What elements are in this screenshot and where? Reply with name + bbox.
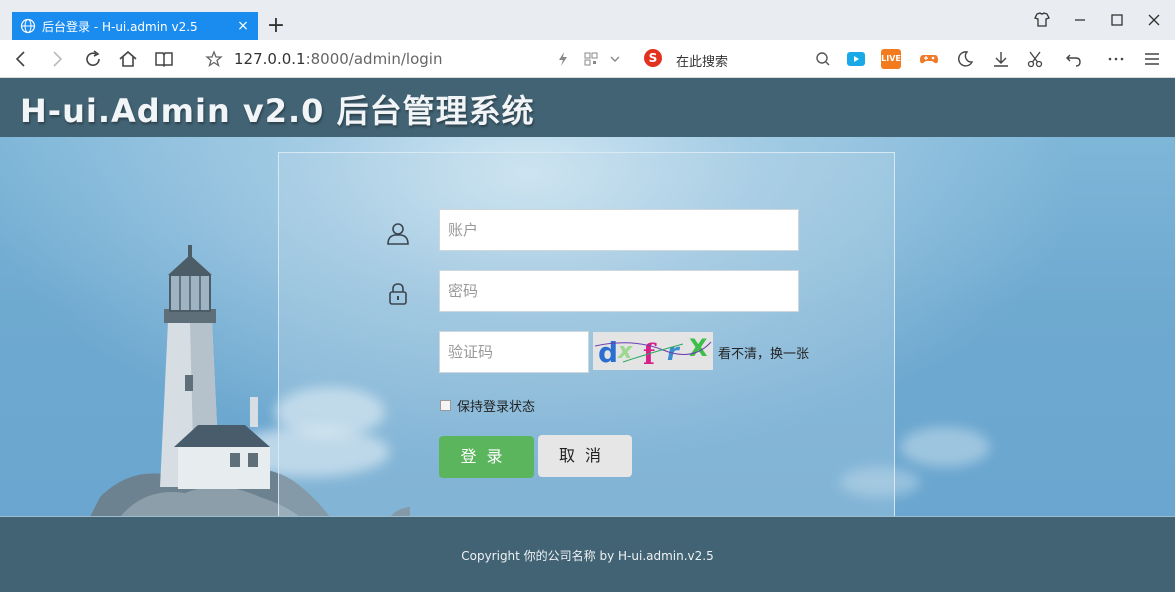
new-tab-button[interactable]: + <box>264 12 288 40</box>
search-icon[interactable] <box>812 48 834 70</box>
download-icon[interactable] <box>991 49 1011 69</box>
captcha-input[interactable]: 验证码 <box>439 331 589 373</box>
forward-icon[interactable] <box>46 48 68 70</box>
home-icon[interactable] <box>117 48 139 70</box>
video-icon[interactable] <box>846 49 866 69</box>
browser-tab-title: 后台登录 - H-ui.admin v2.5 <box>42 19 198 34</box>
menu-icon[interactable] <box>1142 49 1162 69</box>
reload-icon[interactable] <box>82 48 104 70</box>
user-icon <box>387 223 409 245</box>
cloud <box>900 427 990 467</box>
live-icon[interactable]: LIVE <box>881 49 901 69</box>
page-header: H-ui.Admin v2.0 后台管理系统 <box>0 78 1175 137</box>
scissors-icon[interactable] <box>1026 49 1046 69</box>
undo-icon[interactable] <box>1064 49 1084 69</box>
chevron-down-icon[interactable] <box>604 48 626 70</box>
tab-close-icon[interactable]: × <box>236 19 250 33</box>
maximize-icon[interactable] <box>1105 10 1129 30</box>
search-engine-logo-icon[interactable]: S <box>644 49 662 67</box>
remember-login[interactable]: 保持登录状态 <box>440 396 535 415</box>
remember-label: 保持登录状态 <box>457 400 536 415</box>
lock-icon <box>389 283 407 305</box>
login-page: H-ui.Admin v2.0 后台管理系统 账户 密码 验证码 d x f r… <box>0 78 1175 592</box>
page-footer: Copyright 你的公司名称 by H-ui.admin.v2.5 <box>0 516 1175 592</box>
browser-toolbar: 127.0.0.1:8000/admin/login S 在此搜索 LIVE <box>0 40 1175 78</box>
bookmark-star-icon[interactable] <box>203 48 225 70</box>
remember-checkbox[interactable] <box>440 400 451 411</box>
captcha-char: f <box>643 338 657 370</box>
copyright-text: Copyright 你的公司名称 by H-ui.admin.v2.5 <box>461 549 714 563</box>
cancel-button[interactable]: 取消 <box>538 435 632 477</box>
night-mode-icon[interactable] <box>955 49 975 69</box>
globe-icon <box>20 18 36 34</box>
account-input[interactable]: 账户 <box>439 209 799 251</box>
captcha-image[interactable]: d x f r X <box>593 332 713 370</box>
address-bar[interactable]: 127.0.0.1:8000/admin/login <box>234 50 442 68</box>
more-icon[interactable] <box>1106 49 1126 69</box>
site-logo: H-ui.Admin v2.0 后台管理系统 <box>20 92 535 130</box>
shirt-skin-icon[interactable] <box>1030 10 1054 30</box>
qr-code-icon[interactable] <box>580 48 602 70</box>
back-icon[interactable] <box>10 48 32 70</box>
lightning-icon[interactable] <box>552 48 574 70</box>
window-close-icon[interactable] <box>1142 10 1166 30</box>
captcha-drawing: d x f r X <box>593 332 713 370</box>
minimize-icon[interactable] <box>1068 10 1092 30</box>
login-button[interactable]: 登录 <box>439 436 534 478</box>
search-box[interactable]: 在此搜索 <box>676 51 728 70</box>
gamepad-icon[interactable] <box>919 49 939 69</box>
captcha-char: d <box>598 336 618 369</box>
url-host: 127.0.0.1 <box>234 50 306 68</box>
url-path: :8000/admin/login <box>305 50 443 68</box>
captcha-refresh-link[interactable]: 看不清，换一张 <box>718 343 809 362</box>
password-input[interactable]: 密码 <box>439 270 799 312</box>
browser-tab-active[interactable]: 后台登录 - H-ui.admin v2.5 × <box>12 12 258 40</box>
browser-tab-bar: 后台登录 - H-ui.admin v2.5 × + <box>0 0 1175 40</box>
reading-mode-icon[interactable] <box>153 48 175 70</box>
